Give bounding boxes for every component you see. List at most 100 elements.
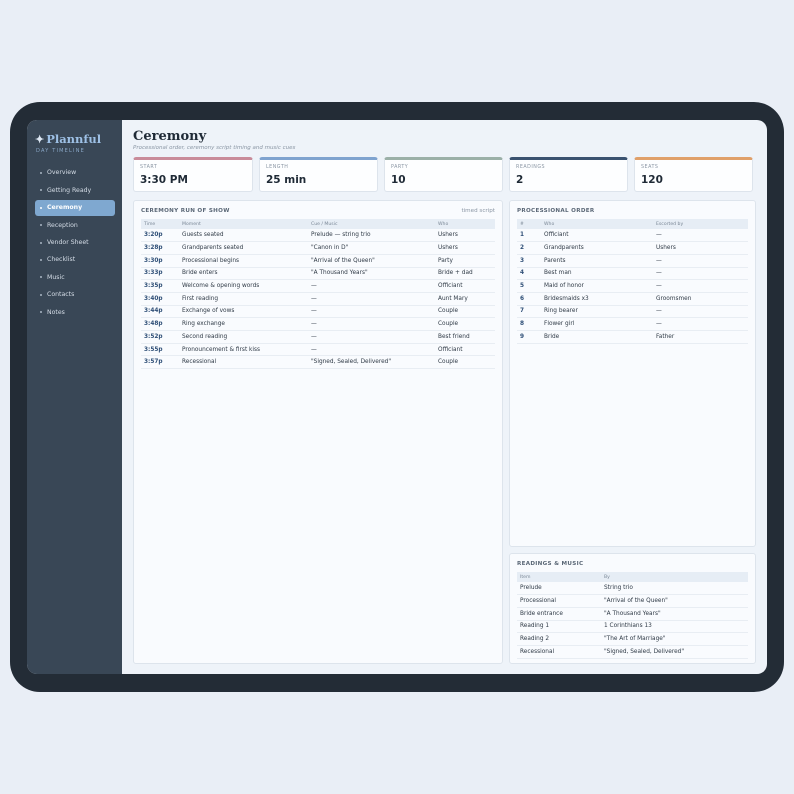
sidebar-item-ceremony[interactable]: Ceremony <box>35 199 115 216</box>
sidebar-nav: Overview Getting Ready Ceremony Reception Ve… <box>27 165 122 320</box>
table-cell: Bride enters <box>179 267 308 281</box>
stat-value: 2 <box>516 174 524 186</box>
table-cell: Processional begins <box>179 254 308 268</box>
table-cell: Welcome & opening words <box>179 279 308 293</box>
table-cell: "A Thousand Years" <box>601 607 748 621</box>
table-cell: Bride + dad <box>435 267 495 281</box>
table-cell: — <box>308 317 435 331</box>
table-cell: Couple <box>435 355 495 370</box>
table-cell: Officiant <box>435 279 495 293</box>
table-row[interactable]: 8 Flower girl — <box>517 317 748 331</box>
table-row[interactable]: 3:35p Welcome & opening words — Officiant <box>141 279 495 293</box>
table-row[interactable]: 3:44p Exchange of vows — Couple <box>141 305 495 319</box>
sidebar-item-overview[interactable]: Overview <box>35 165 115 181</box>
stat-value: 120 <box>641 174 663 186</box>
table-row[interactable]: 3 Parents — <box>517 254 748 268</box>
table-cell: — <box>308 343 435 357</box>
table-cell: — <box>308 330 435 344</box>
table-row[interactable]: 6 Bridesmaids x3 Groomsmen <box>517 292 748 306</box>
sidebar-item-label: Vendor Sheet <box>47 238 89 246</box>
table-cell: Ushers <box>653 241 748 255</box>
panel-tag: timed script <box>461 208 495 214</box>
stat-cards: START 3:30 PM LENGTH 25 min PARTY 10 READINGS 2… <box>133 157 756 192</box>
table-row[interactable]: Recessional "Signed, Sealed, Delivered" <box>517 645 748 659</box>
sidebar-item-vendor-sheet[interactable]: Vendor Sheet <box>35 235 115 251</box>
table-cell: 3:28p <box>141 241 179 255</box>
table-row[interactable]: Bride entrance "A Thousand Years" <box>517 607 748 621</box>
column-header: Who <box>435 219 495 229</box>
brand-logo[interactable]: ✦ Plannful <box>27 131 122 147</box>
table-row[interactable]: 2 Grandparents Ushers <box>517 241 748 255</box>
table-cell: 3:40p <box>141 292 179 306</box>
table-cell: — <box>653 254 748 268</box>
table-cell: 3:20p <box>141 229 179 243</box>
processional-panel: PROCESSIONAL ORDER # Who Escorted by 1 Offi… <box>509 200 756 547</box>
table-row[interactable]: Prelude String trio <box>517 582 748 596</box>
table-row[interactable]: 7 Ring bearer — <box>517 305 748 319</box>
sidebar-item-contacts[interactable]: Contacts <box>35 287 115 303</box>
table-row[interactable]: 3:57p Recessional "Signed, Sealed, Deliver… <box>141 355 495 370</box>
bullet-icon <box>40 311 42 314</box>
stat-card-seats: SEATS 120 <box>634 157 753 192</box>
run-of-show-table: Time Moment Cue / Music Who 3:20p Guests sea… <box>141 219 495 370</box>
stat-value: 10 <box>391 174 406 186</box>
readings-music-panel: READINGS & MUSIC Item By Prelude String tr… <box>509 553 756 664</box>
table-row[interactable]: 3:33p Bride enters "A Thousand Years" Bride… <box>141 267 495 281</box>
table-row[interactable]: 5 Maid of honor — <box>517 279 748 293</box>
table-row[interactable]: 3:20p Guests seated Prelude — string trio U… <box>141 229 495 243</box>
table-cell: "Canon in D" <box>308 241 435 255</box>
sidebar-item-music[interactable]: Music <box>35 269 115 285</box>
table-cell: Maid of honor <box>541 279 653 293</box>
bullet-icon <box>40 189 42 192</box>
table-cell: 3:30p <box>141 254 179 268</box>
panel-title: READINGS & MUSIC <box>517 561 584 567</box>
column-header: Item <box>517 572 601 582</box>
column-header: Escorted by <box>653 219 748 229</box>
table-row[interactable]: 3:48p Ring exchange — Couple <box>141 317 495 331</box>
table-row[interactable]: 3:28p Grandparents seated "Canon in D" Ushe… <box>141 241 495 255</box>
table-cell: "A Thousand Years" <box>308 267 435 281</box>
table-row[interactable]: 4 Best man — <box>517 267 748 281</box>
sidebar-item-label: Ceremony <box>47 204 83 212</box>
page-subtitle: Processional order, ceremony script timi… <box>133 145 296 151</box>
table-row[interactable]: 3:30p Processional begins "Arrival of the … <box>141 254 495 268</box>
table-row[interactable]: Processional "Arrival of the Queen" <box>517 594 748 608</box>
stat-card-length: LENGTH 25 min <box>259 157 378 192</box>
table-row[interactable]: 3:40p First reading — Aunt Mary <box>141 292 495 306</box>
table-row[interactable]: Reading 11 Corinthians 13 <box>517 620 748 634</box>
table-cell: Grandparents <box>541 241 653 255</box>
column-header: Moment <box>179 219 308 229</box>
sidebar-item-reception[interactable]: Reception <box>35 217 115 233</box>
table-cell: 1 Corinthians 13 <box>601 620 748 634</box>
panel-title: CEREMONY RUN OF SHOW <box>141 208 230 214</box>
table-cell: 3:55p <box>141 343 179 357</box>
table-row[interactable]: 3:55p Pronouncement & first kiss — Offician… <box>141 343 495 357</box>
table-cell: Bridesmaids x3 <box>541 292 653 306</box>
table-cell: — <box>308 279 435 293</box>
table-cell: Aunt Mary <box>435 292 495 306</box>
table-cell: Ring bearer <box>541 305 653 319</box>
table-cell: Recessional <box>179 355 308 370</box>
table-cell: 3:57p <box>141 355 179 370</box>
sidebar-item-getting-ready[interactable]: Getting Ready <box>35 182 115 198</box>
table-cell: Ushers <box>435 229 495 243</box>
table-cell: Reading 2 <box>517 632 601 646</box>
table-cell: Pronouncement & first kiss <box>179 343 308 357</box>
sidebar-item-label: Music <box>47 273 65 281</box>
column-header: By <box>601 572 748 582</box>
column-header: Time <box>141 219 179 229</box>
table-row[interactable]: Reading 2 "The Art of Marriage" <box>517 632 748 646</box>
table-cell: Ring exchange <box>179 317 308 331</box>
table-cell: Parents <box>541 254 653 268</box>
sidebar-item-checklist[interactable]: Checklist <box>35 252 115 268</box>
table-row[interactable]: 3:52p Second reading — Best friend <box>141 330 495 344</box>
column-header: # <box>517 219 541 229</box>
table-cell: 8 <box>517 317 541 331</box>
sidebar-item-label: Contacts <box>47 291 75 299</box>
table-row[interactable]: 1 Officiant — <box>517 229 748 243</box>
table-cell: — <box>653 229 748 243</box>
sidebar-item-notes[interactable]: Notes <box>35 304 115 320</box>
table-cell: String trio <box>601 582 748 596</box>
table-row[interactable]: 9 Bride Father <box>517 330 748 344</box>
table-cell: 2 <box>517 241 541 255</box>
